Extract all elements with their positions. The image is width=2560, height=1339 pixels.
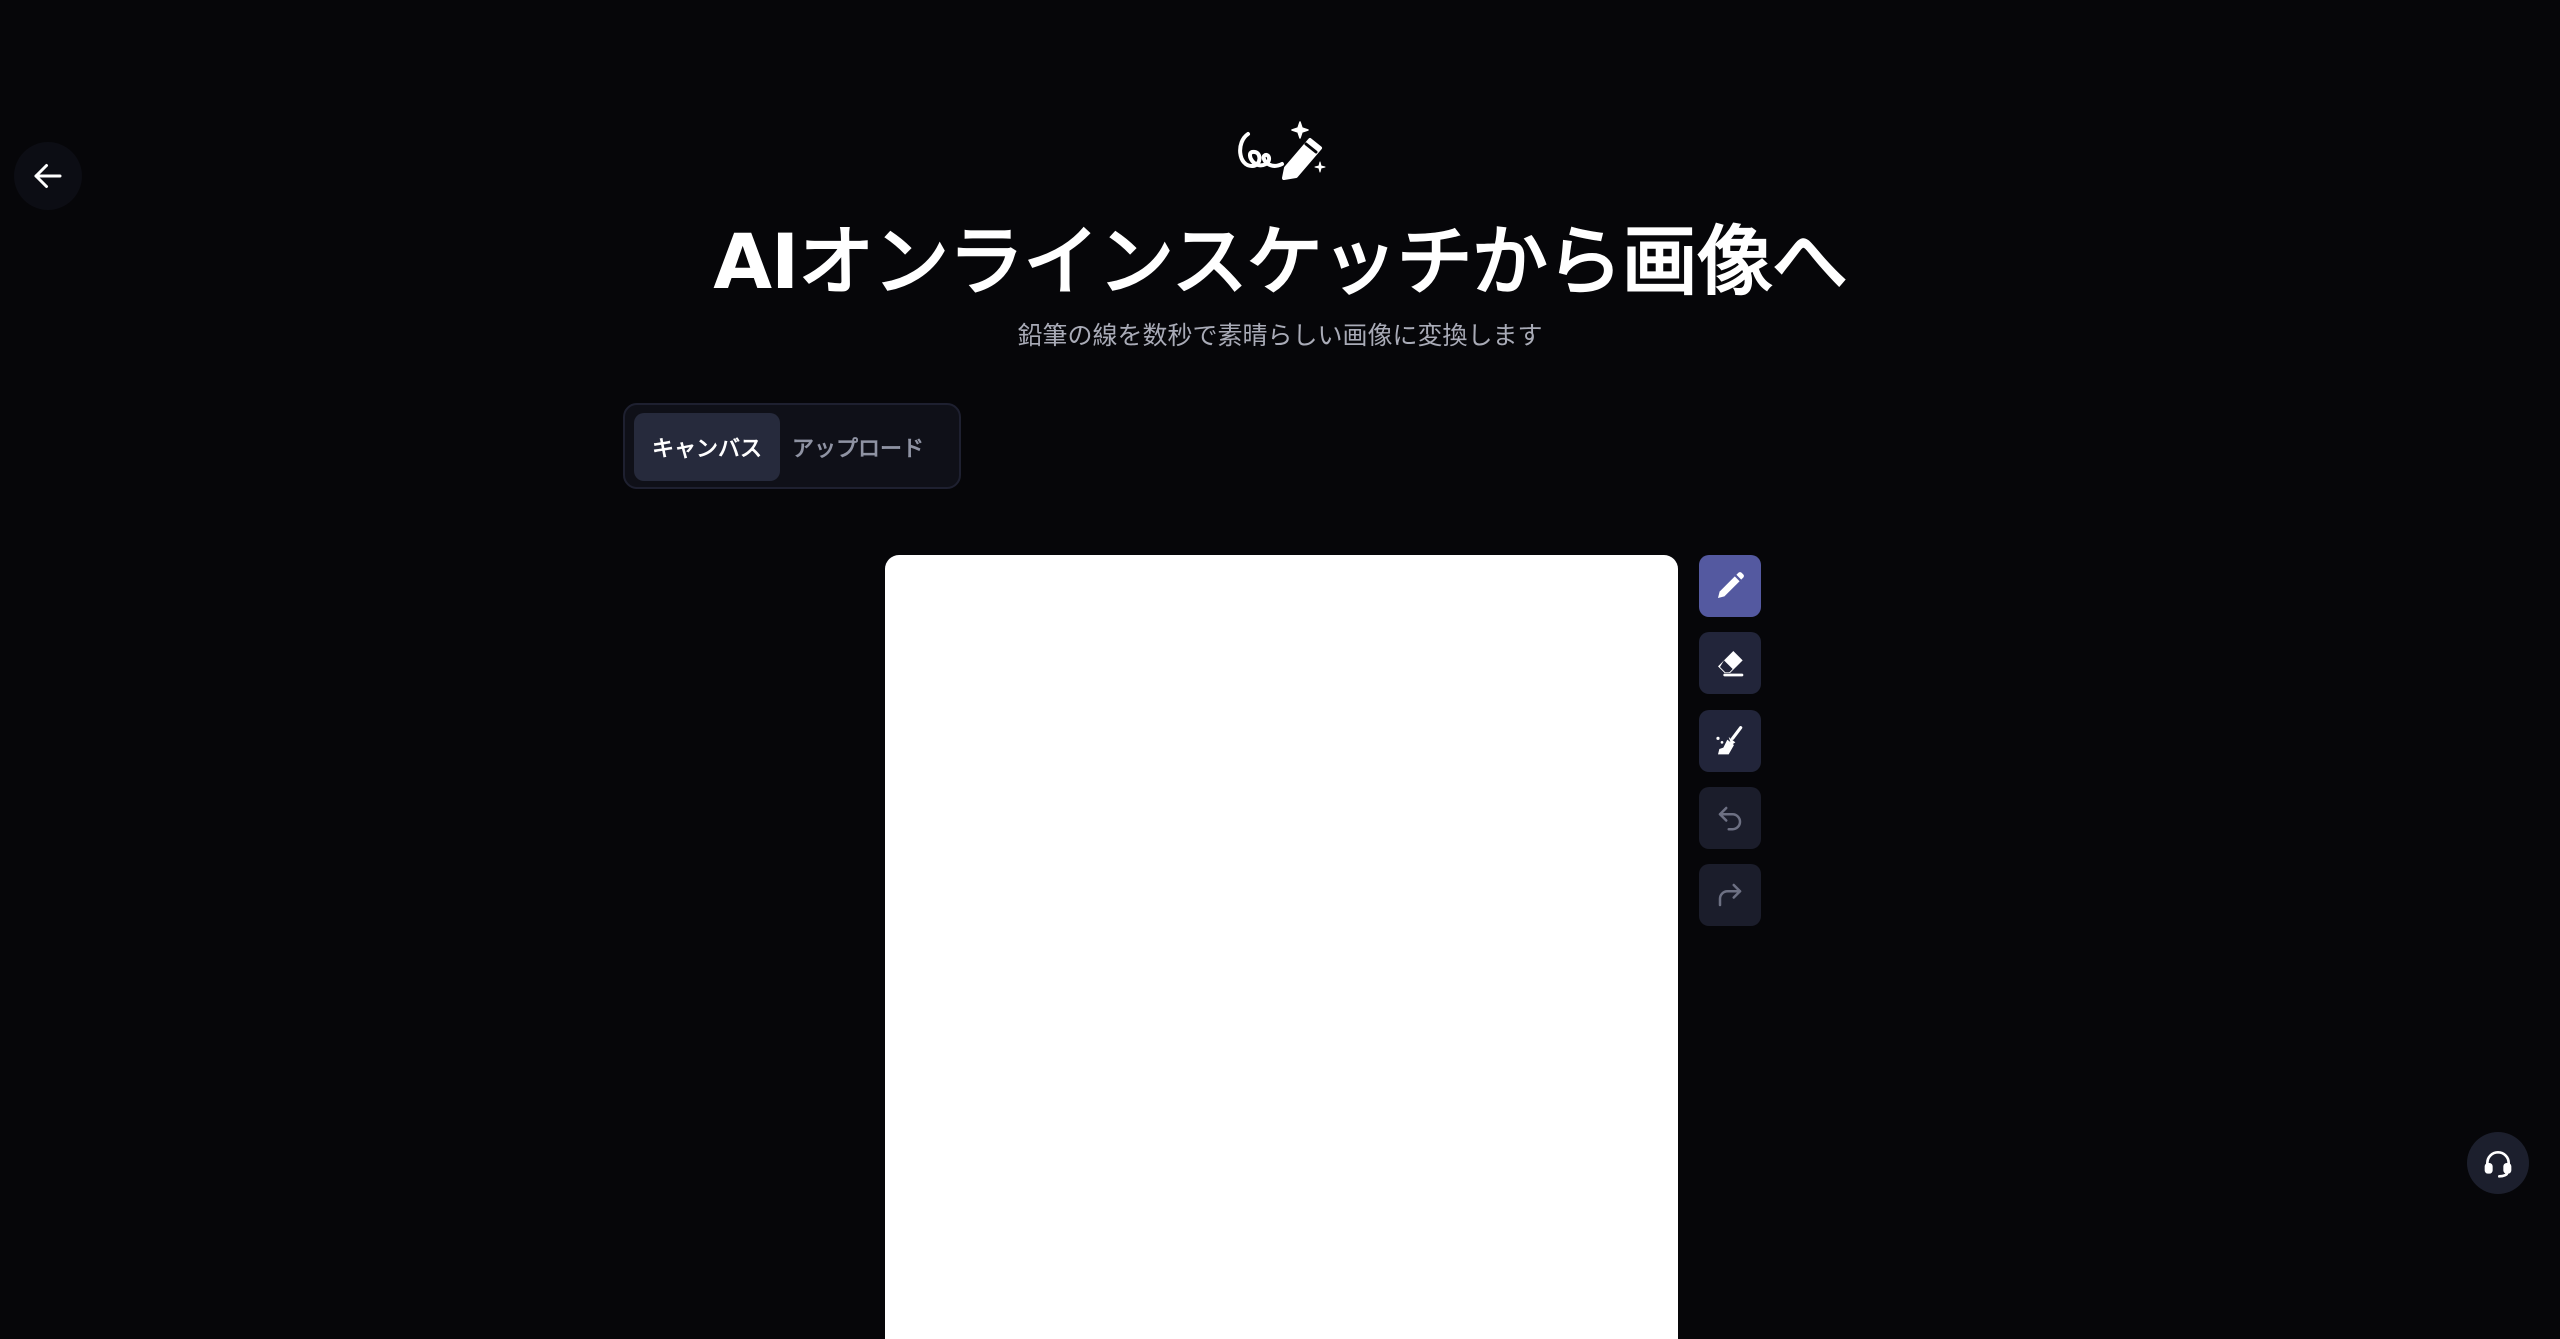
- headset-icon: [2484, 1151, 2512, 1178]
- pencil-icon: [1718, 572, 1744, 598]
- clear-tool-button[interactable]: [1699, 710, 1761, 772]
- page-title: AIオンラインスケッチから画像へ: [713, 217, 1848, 306]
- eraser-tool-button[interactable]: [1699, 632, 1761, 694]
- undo-icon: [1718, 806, 1742, 831]
- broom-icon: [1716, 726, 1743, 755]
- drawing-canvas[interactable]: [885, 555, 1678, 1339]
- redo-button[interactable]: [1699, 864, 1761, 926]
- tab-canvas[interactable]: キャンバス: [634, 413, 780, 481]
- support-button[interactable]: [2467, 1132, 2529, 1194]
- redo-icon: [1718, 883, 1742, 907]
- page-subtitle: 鉛筆の線を数秒で素晴らしい画像に変換します: [1017, 321, 1543, 350]
- eraser-icon: [1718, 651, 1744, 677]
- mode-tabs: キャンバス アップロード: [623, 403, 961, 489]
- back-button[interactable]: [14, 142, 82, 210]
- sketch-logo-icon: [1238, 121, 1326, 180]
- undo-button[interactable]: [1699, 787, 1761, 849]
- page: AIオンラインスケッチから画像へ 鉛筆の線を数秒で素晴らしい画像に変換します キ…: [0, 0, 2560, 1339]
- arrow-left-icon: [34, 164, 62, 188]
- pencil-tool-button[interactable]: [1699, 555, 1761, 617]
- tab-upload[interactable]: アップロード: [785, 413, 931, 481]
